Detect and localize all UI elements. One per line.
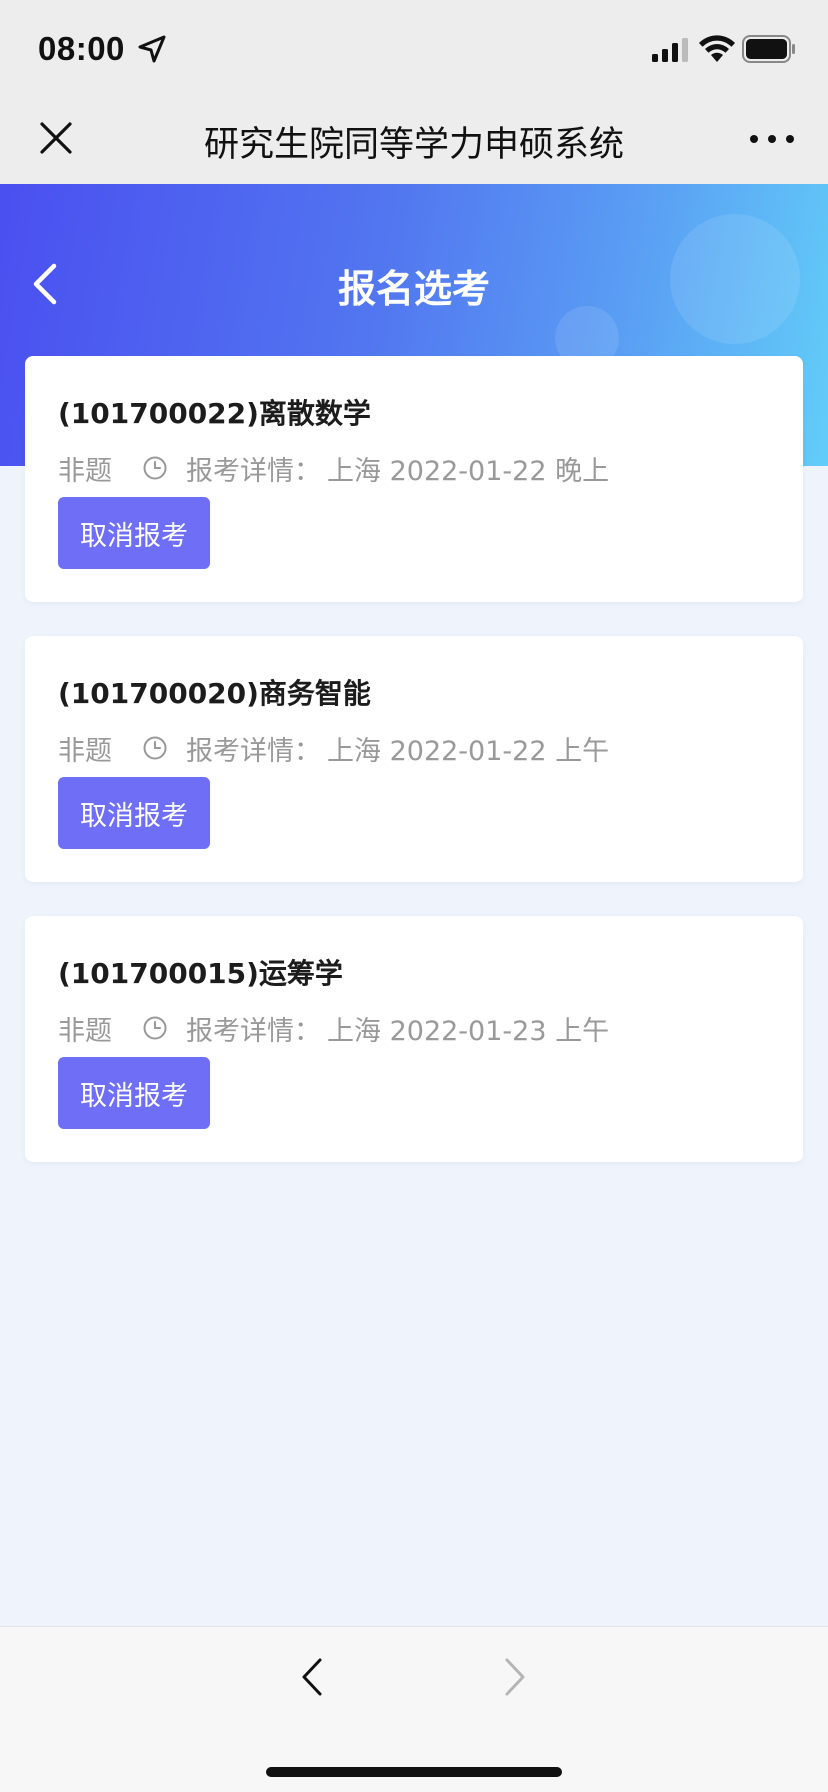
exam-card: (101700022)离散数学 非题 报考详情： 上海 2022-01-22 晚…	[25, 356, 803, 602]
exam-title: (101700020)商务智能	[58, 677, 371, 710]
exam-type: 非题	[58, 735, 112, 767]
exam-detail: 上海 2022-01-23 上午	[327, 1015, 610, 1047]
browser-toolbar	[0, 1626, 828, 1792]
exam-type: 非题	[58, 1015, 112, 1047]
wifi-icon	[699, 35, 735, 62]
exam-meta: 非题 报考详情： 上海 2022-01-22 晚上	[58, 448, 609, 488]
exam-meta: 非题 报考详情： 上海 2022-01-22 上午	[58, 728, 609, 768]
more-icon[interactable]	[748, 132, 796, 146]
page-title: 报名选考	[337, 267, 490, 311]
battery-icon	[742, 35, 795, 63]
clock-icon	[143, 736, 167, 760]
cancel-registration-button[interactable]: 取消报考	[58, 777, 210, 849]
exam-detail: 上海 2022-01-22 晚上	[327, 455, 610, 487]
app-title: 研究生院同等学力申硕系统	[203, 125, 624, 165]
exam-title: (101700015)运筹学	[58, 957, 343, 990]
browser-forward-icon[interactable]	[503, 1657, 527, 1697]
exam-card: (101700020)商务智能 非题 报考详情： 上海 2022-01-22 上…	[25, 636, 803, 882]
location-arrow-icon	[138, 35, 166, 63]
exam-card: (101700015)运筹学 非题 报考详情： 上海 2022-01-23 上午…	[25, 916, 803, 1162]
clock-icon	[143, 1016, 167, 1040]
nav-bar: 研究生院同等学力申硕系统	[0, 96, 828, 184]
exam-detail-label: 报考详情：	[186, 1015, 321, 1047]
status-time: 08:00	[38, 30, 125, 67]
exam-detail-label: 报考详情：	[186, 455, 321, 487]
status-bar: 08:00	[0, 0, 828, 96]
signal-icon	[652, 38, 688, 62]
cancel-registration-button[interactable]: 取消报考	[58, 1057, 210, 1129]
screen: 08:00 研究生院同等学力申硕系统 报名选考 (101700022)离散数学 …	[0, 0, 828, 1792]
clock-icon	[143, 456, 167, 480]
exam-title: (101700022)离散数学	[58, 397, 371, 430]
home-indicator	[266, 1767, 562, 1777]
exam-type: 非题	[58, 455, 112, 487]
browser-back-icon[interactable]	[300, 1657, 324, 1697]
exam-meta: 非题 报考详情： 上海 2022-01-23 上午	[58, 1008, 609, 1048]
exam-detail-label: 报考详情：	[186, 735, 321, 767]
exam-detail: 上海 2022-01-22 上午	[327, 735, 610, 767]
cancel-registration-button[interactable]: 取消报考	[58, 497, 210, 569]
